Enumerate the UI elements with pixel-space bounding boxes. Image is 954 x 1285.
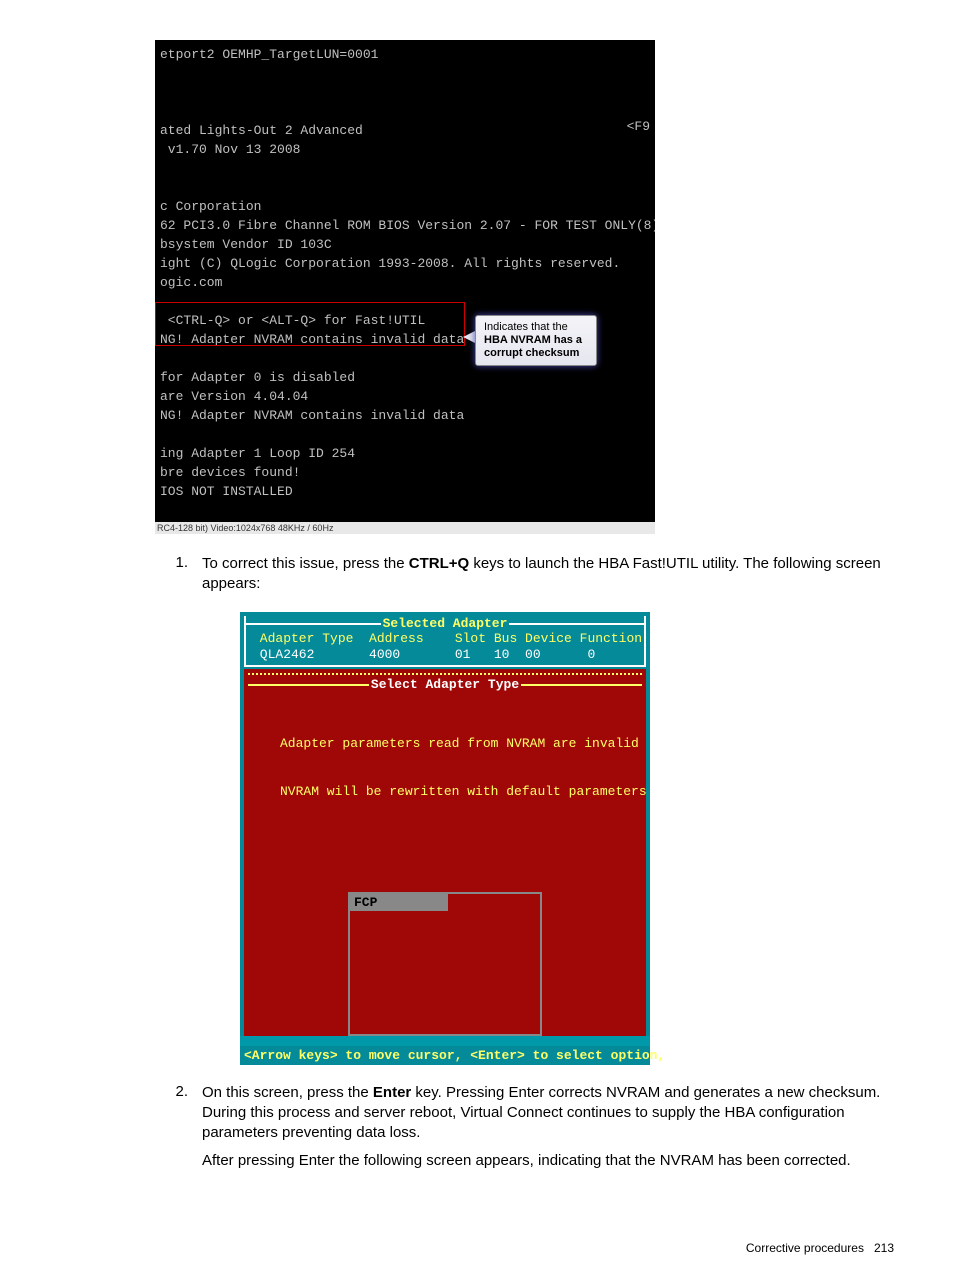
adapter-header-row: Adapter Type Address Slot Bus Device Fun…	[246, 631, 644, 647]
adapter-data-row: QLA2462 4000 01 10 00 0	[246, 647, 644, 665]
status-left: RC4-128 bit) Video:1024x768 48KHz / 60Hz	[157, 523, 333, 533]
bios-line: NG! Adapter NVRAM contains invalid data	[160, 406, 655, 425]
bios-line: ogic.com	[160, 273, 655, 292]
step-paragraph: After pressing Enter the following scree…	[202, 1151, 894, 1171]
bios-line: 62 PCI3.0 Fibre Channel ROM BIOS Version…	[160, 216, 655, 235]
bios-line: are Version 4.04.04	[160, 387, 655, 406]
tooltip-text: Indicates that the	[484, 321, 568, 333]
nvram-warning-line: Adapter parameters read from NVRAM are i…	[280, 736, 646, 752]
bios-line	[160, 64, 655, 83]
bios-line: etport2 OEMHP_TargetLUN=0001	[160, 45, 655, 64]
bios-line: ing Adapter 1 Loop ID 254	[160, 444, 655, 463]
bios-line	[160, 292, 655, 311]
tooltip-text-bold: corrupt checksum	[484, 347, 579, 359]
step-1: 1. To correct this issue, press the CTRL…	[50, 554, 904, 594]
f9-key-hint: <F9	[627, 117, 650, 136]
step-text: To correct this issue, press the CTRL+Q …	[202, 554, 904, 594]
step-number: 1.	[50, 554, 202, 594]
bios-line: c Corporation	[160, 197, 655, 216]
fastutil-screenshot-figure: Selected Adapter Adapter Type Address Sl…	[240, 612, 904, 1065]
video-status-bar: RC4-128 bit) Video:1024x768 48KHz / 60Hz	[155, 522, 655, 534]
bios-line	[160, 83, 655, 102]
step-2: 2. On this screen, press the Enter key. …	[50, 1083, 904, 1171]
bios-line: for Adapter 0 is disabled	[160, 368, 655, 387]
bios-line: ated Lights-Out 2 Advanced	[160, 121, 655, 140]
key-name: Enter	[373, 1084, 411, 1101]
nvram-warning-line: NVRAM will be rewritten with default par…	[280, 784, 646, 800]
bios-line: bsystem Vendor ID 103C	[160, 235, 655, 254]
step-text: On this screen, press the Enter key. Pre…	[202, 1083, 904, 1171]
bios-line	[160, 159, 655, 178]
bios-line: bre devices found!	[160, 463, 655, 482]
bios-line	[160, 501, 655, 520]
step-number: 2.	[50, 1083, 202, 1171]
bios-line: IOS NOT INSTALLED	[160, 482, 655, 501]
footer-section: Corrective procedures	[746, 1241, 864, 1255]
bios-line: ight (C) QLogic Corporation 1993-2008. A…	[160, 254, 655, 273]
tooltip-pointer-icon	[463, 331, 475, 343]
panel-title-selected-adapter: Selected Adapter	[381, 616, 510, 631]
text: On this screen, press the	[202, 1084, 373, 1101]
bios-line	[160, 178, 655, 197]
footer-page-number: 213	[874, 1241, 894, 1255]
tooltip-text-bold: HBA NVRAM has a	[484, 334, 582, 346]
panel-title-select-adapter-type: Select Adapter Type	[369, 677, 521, 692]
key-name: CTRL+Q	[409, 555, 469, 572]
page-footer: Corrective procedures 213	[50, 1241, 904, 1255]
annotation-tooltip: Indicates that the HBA NVRAM has a corru…	[475, 315, 597, 366]
bios-line	[160, 425, 655, 444]
bios-line	[160, 102, 655, 121]
fcp-option-selected[interactable]: FCP	[350, 894, 448, 911]
bios-line: v1.70 Nov 13 2008	[160, 140, 655, 159]
bios-screenshot-figure: etport2 OEMHP_TargetLUN=0001 ated Lights…	[155, 40, 904, 534]
text: To correct this issue, press the	[202, 555, 409, 572]
key-hint-bar: <Arrow keys> to move cursor, <Enter> to …	[240, 1046, 650, 1065]
adapter-type-listbox: FCP	[348, 892, 542, 1036]
